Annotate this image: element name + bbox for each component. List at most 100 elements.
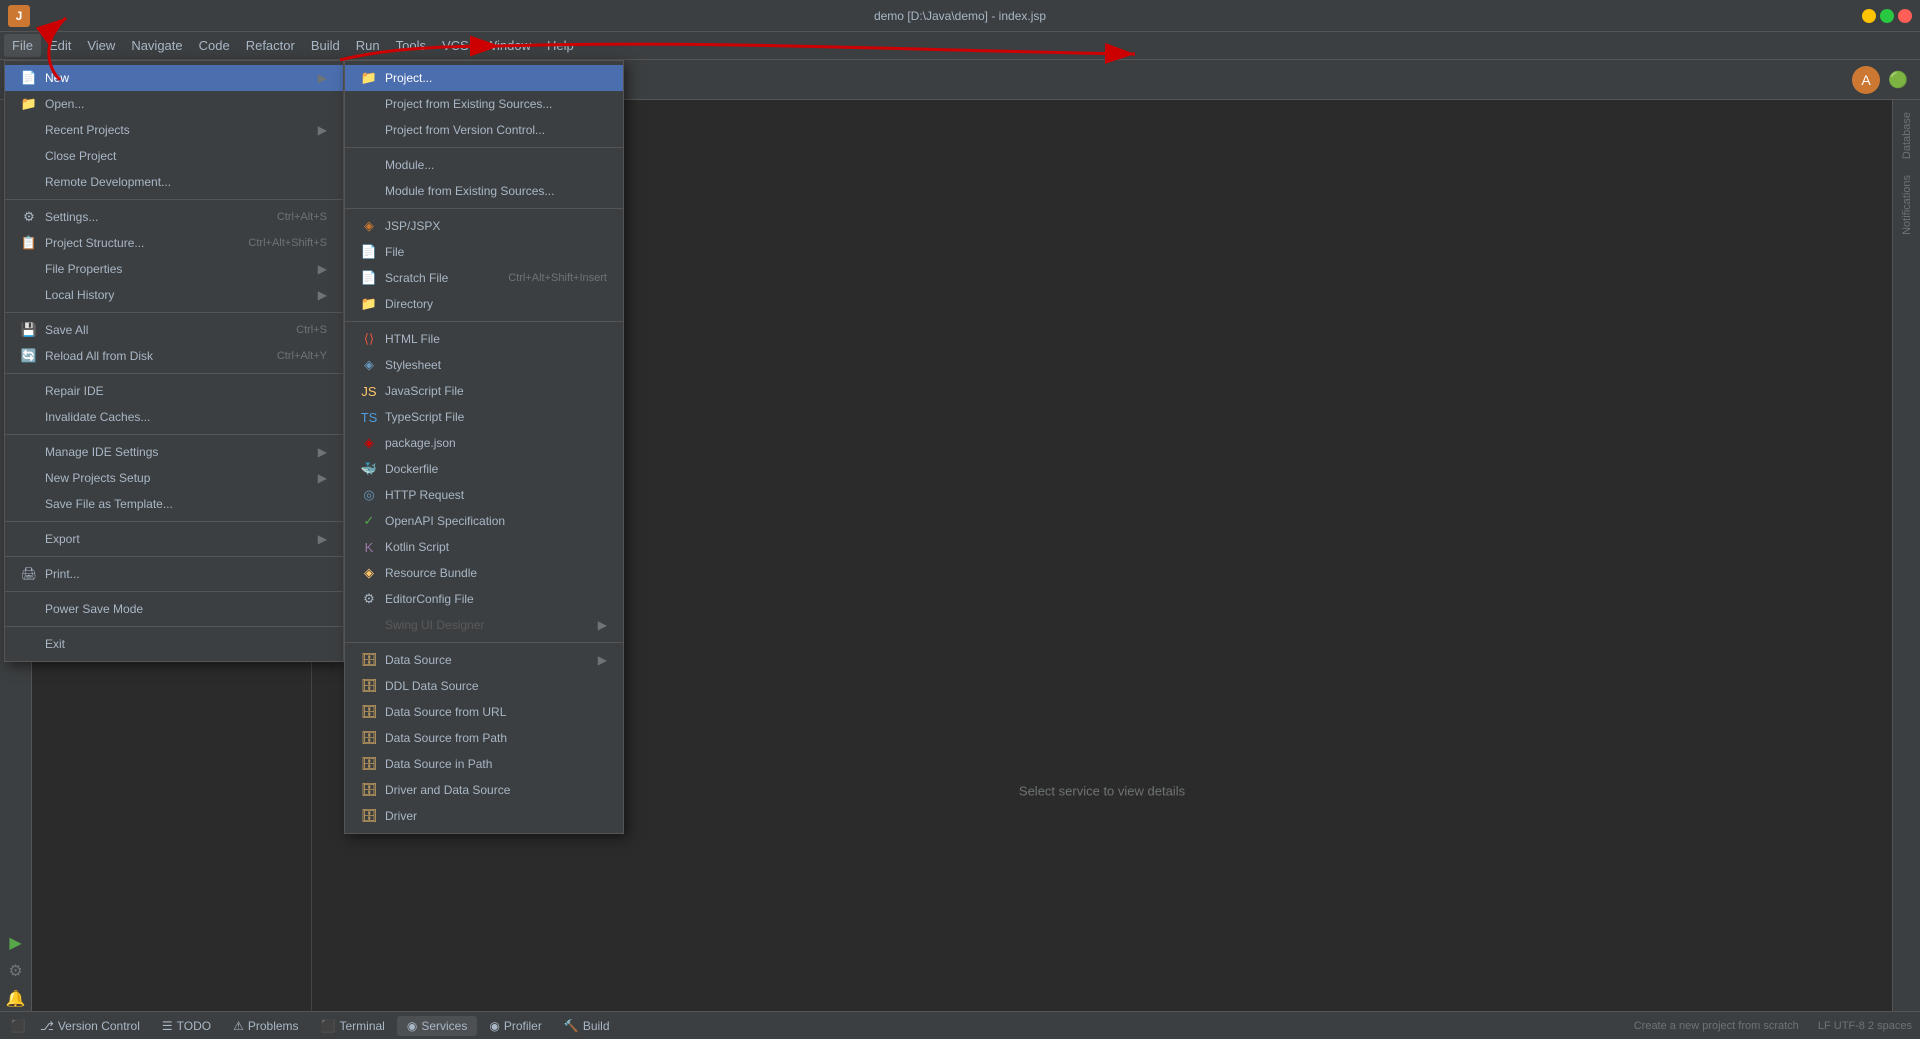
submenu-resource-bundle[interactable]: ◈ Resource Bundle: [345, 560, 623, 586]
menu-new-projects-setup[interactable]: New Projects Setup ▶: [5, 465, 343, 491]
menu-tools[interactable]: Tools: [388, 34, 434, 57]
export-arrow: ▶: [318, 532, 327, 546]
submenu-typescript[interactable]: TS TypeScript File: [345, 404, 623, 430]
menu-refactor[interactable]: Refactor: [238, 34, 303, 57]
submenu-ds-url[interactable]: 🗄 Data Source from URL: [345, 699, 623, 725]
settings-left-icon[interactable]: ⚙: [4, 959, 28, 983]
minimize-button[interactable]: [1862, 9, 1876, 23]
submenu-kotlin-script[interactable]: K Kotlin Script: [345, 534, 623, 560]
submenu-version-control[interactable]: Project from Version Control...: [345, 117, 623, 143]
menu-project-structure[interactable]: 📋 Project Structure... Ctrl+Alt+Shift+S: [5, 230, 343, 256]
menu-local-history[interactable]: Local History ▶: [5, 282, 343, 308]
menu-file-properties[interactable]: File Properties ▶: [5, 256, 343, 282]
menu-save-template[interactable]: Save File as Template...: [5, 491, 343, 517]
submenu-openapi[interactable]: ✓ OpenAPI Specification: [345, 508, 623, 534]
local-history-arrow: ▶: [318, 288, 327, 302]
tab-profiler[interactable]: ◉ Profiler: [479, 1016, 552, 1036]
submenu-driver[interactable]: 🗄 Driver: [345, 803, 623, 829]
menu-open[interactable]: 📁 Open...: [5, 91, 343, 117]
submenu-javascript[interactable]: JS JavaScript File: [345, 378, 623, 404]
submenu-stylesheet[interactable]: ◈ Stylesheet: [345, 352, 623, 378]
submenu-http-request[interactable]: ◎ HTTP Request: [345, 482, 623, 508]
menu-manage-ide[interactable]: Manage IDE Settings ▶: [5, 439, 343, 465]
menu-settings[interactable]: ⚙ Settings... Ctrl+Alt+S: [5, 204, 343, 230]
menu-remote-dev[interactable]: Remote Development...: [5, 169, 343, 195]
bottom-expand-btn[interactable]: ⬛: [8, 1016, 28, 1036]
menu-edit[interactable]: Edit: [41, 34, 79, 57]
openapi-icon: ✓: [361, 513, 377, 529]
menu-reload[interactable]: 🔄 Reload All from Disk Ctrl+Alt+Y: [5, 343, 343, 369]
file-sep-3: [5, 373, 343, 374]
file-props-arrow: ▶: [318, 262, 327, 276]
run-services-icon[interactable]: ▶: [4, 931, 28, 955]
http-label: HTTP Request: [385, 488, 607, 502]
maximize-button[interactable]: [1880, 9, 1894, 23]
menu-navigate[interactable]: Navigate: [123, 34, 190, 57]
save-label: Save All: [45, 323, 272, 337]
database-tab[interactable]: Database: [1897, 104, 1917, 167]
menu-recent-projects[interactable]: Recent Projects ▶: [5, 117, 343, 143]
menu-invalidate-caches[interactable]: Invalidate Caches...: [5, 404, 343, 430]
submenu-packagejson[interactable]: ◈ package.json: [345, 430, 623, 456]
close-button[interactable]: [1898, 9, 1912, 23]
menu-power-save[interactable]: Power Save Mode: [5, 596, 343, 622]
project-submenu-label: Project...: [385, 71, 607, 85]
tab-todo[interactable]: ☰ TODO: [152, 1016, 221, 1036]
ddl-icon: 🗄: [361, 678, 377, 694]
ds-in-path-label: Data Source in Path: [385, 757, 607, 771]
menu-save-all[interactable]: 💾 Save All Ctrl+S: [5, 317, 343, 343]
submenu-module-existing[interactable]: Module from Existing Sources...: [345, 178, 623, 204]
submenu-ds-path[interactable]: 🗄 Data Source from Path: [345, 725, 623, 751]
submenu-jsp[interactable]: ◈ JSP/JSPX: [345, 213, 623, 239]
submenu-ds-in-path[interactable]: 🗄 Data Source in Path: [345, 751, 623, 777]
submenu-existing-sources[interactable]: Project from Existing Sources...: [345, 91, 623, 117]
menu-exit[interactable]: Exit: [5, 631, 343, 657]
submenu-file[interactable]: 📄 File: [345, 239, 623, 265]
tab-services[interactable]: ◉ Services: [397, 1016, 478, 1036]
openapi-label: OpenAPI Specification: [385, 514, 607, 528]
editorconfig-icon: ⚙: [361, 591, 377, 607]
submenu-module[interactable]: Module...: [345, 152, 623, 178]
menu-view[interactable]: View: [79, 34, 123, 57]
submenu-editorconfig[interactable]: ⚙ EditorConfig File: [345, 586, 623, 612]
menu-vcs[interactable]: VCS: [434, 34, 477, 57]
tab-problems[interactable]: ⚠ Problems: [223, 1016, 308, 1036]
menu-close-project[interactable]: Close Project: [5, 143, 343, 169]
ts-icon: TS: [361, 409, 377, 425]
menu-print[interactable]: 🖨 Print...: [5, 561, 343, 587]
menu-window[interactable]: Window: [477, 34, 539, 57]
submenu-driver-ds[interactable]: 🗄 Driver and Data Source: [345, 777, 623, 803]
notifications-left-icon[interactable]: 🔔: [4, 987, 28, 1011]
js-label: JavaScript File: [385, 384, 607, 398]
notifications-tab[interactable]: Notifications: [1897, 167, 1917, 243]
submenu-directory[interactable]: 📁 Directory: [345, 291, 623, 317]
menu-export[interactable]: Export ▶: [5, 526, 343, 552]
submenu-html[interactable]: ⟨⟩ HTML File: [345, 326, 623, 352]
menu-new[interactable]: 📄 New ▶: [5, 65, 343, 91]
menu-repair-ide[interactable]: Repair IDE: [5, 378, 343, 404]
submenu-scratch[interactable]: 📄 Scratch File Ctrl+Alt+Shift+Insert: [345, 265, 623, 291]
tab-version-control[interactable]: ⎇ Version Control: [30, 1016, 150, 1036]
submenu-ddl-ds[interactable]: 🗄 DDL Data Source: [345, 673, 623, 699]
manage-ide-icon: [21, 444, 37, 460]
save-tpl-icon: [21, 496, 37, 512]
build-label: Build: [583, 1019, 610, 1033]
menu-build[interactable]: Build: [303, 34, 348, 57]
menu-file[interactable]: File: [4, 34, 41, 57]
export-label: Export: [45, 532, 310, 546]
submenu-data-source[interactable]: 🗄 Data Source ▶: [345, 647, 623, 673]
file-sep-4: [5, 434, 343, 435]
manage-ide-arrow: ▶: [318, 445, 327, 459]
power-save-label: Power Save Mode: [45, 602, 327, 616]
avatar-status[interactable]: 🟢: [1884, 66, 1912, 94]
menu-help[interactable]: Help: [539, 34, 582, 57]
menu-code[interactable]: Code: [191, 34, 238, 57]
avatar[interactable]: A: [1852, 66, 1880, 94]
tab-build[interactable]: 🔨 Build: [554, 1016, 620, 1036]
submenu-project[interactable]: 📁 Project...: [345, 65, 623, 91]
app-icon: J: [8, 5, 30, 27]
submenu-dockerfile[interactable]: 🐳 Dockerfile: [345, 456, 623, 482]
tab-terminal[interactable]: ⬛ Terminal: [311, 1016, 395, 1036]
menu-run[interactable]: Run: [348, 34, 388, 57]
docker-file-icon: 🐳: [361, 461, 377, 477]
